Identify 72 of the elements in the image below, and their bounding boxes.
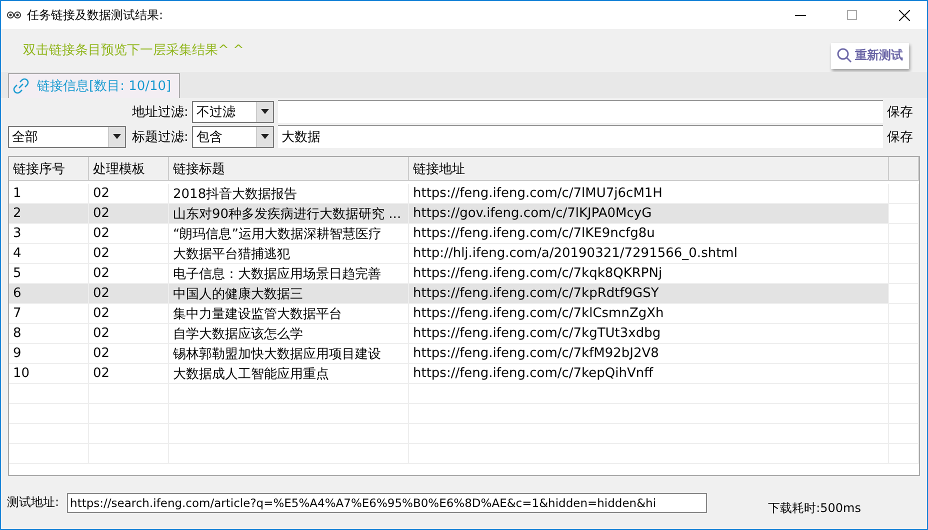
table-cell[interactable]: 3 <box>9 224 89 244</box>
table-cell[interactable]: http://hlj.ifeng.com/a/20190321/7291566_0.shtml <box>409 244 889 264</box>
caret-icon <box>261 134 270 139</box>
table-cell[interactable]: 8 <box>9 324 89 344</box>
filter-label: 地址过滤: <box>131 104 188 120</box>
retest-button[interactable]: 重新测试 <box>831 42 909 68</box>
filter-label: 标题过滤: <box>131 128 188 146</box>
url-label: 测试地址: <box>7 494 60 511</box>
table-cell[interactable]: https://feng.ifeng.com/c/7lKE9ncfg8u <box>409 224 889 244</box>
table-cell[interactable]: 1 <box>9 184 89 204</box>
search-icon <box>837 48 852 63</box>
table-cell[interactable]: https://feng.ifeng.com/c/7kepQihVnff <box>409 364 889 384</box>
scope-dropdown[interactable]: 全部 <box>8 126 126 148</box>
table-cell[interactable]: 02 <box>89 184 169 204</box>
table-cell[interactable]: 2018抖音大数据报告 <box>169 184 409 204</box>
table-cell[interactable]: https://feng.ifeng.com/c/7kqk8QKRPNj <box>409 264 889 284</box>
table-cell[interactable]: https://feng.ifeng.com/c/7kfM92bJ2V8 <box>409 344 889 364</box>
filter-mode-dropdown[interactable]: 包含 <box>192 126 274 148</box>
table-cell[interactable]: 大数据平台猎捕逃犯 <box>169 244 409 264</box>
table-cell[interactable]: “朗玛信息”运用大数据深耕智慧医疗 <box>169 224 409 244</box>
table-cell[interactable]: 02 <box>89 204 169 224</box>
empty-cell <box>889 384 919 404</box>
window-title: 任务链接及数据测试结果: <box>27 6 164 24</box>
table-cell[interactable]: 集中力量建设监管大数据平台 <box>169 304 409 324</box>
table-cell[interactable]: 山东对90种多发疾病进行大数据研究 ... <box>169 204 409 224</box>
table-cell[interactable]: 02 <box>89 224 169 244</box>
table-cell[interactable]: 02 <box>89 304 169 324</box>
maximize-icon <box>847 10 857 20</box>
table-cell[interactable]: 02 <box>89 364 169 384</box>
download-time: 下载耗时:500ms <box>768 500 861 517</box>
eyes-icon <box>7 11 21 19</box>
caret-icon <box>261 109 270 114</box>
filter-input[interactable] <box>278 100 883 123</box>
close-icon <box>898 10 910 20</box>
filter-input[interactable]: 大数据 <box>278 125 883 148</box>
table-cell[interactable]: 2 <box>9 204 89 224</box>
table-cell[interactable]: 02 <box>89 344 169 364</box>
empty-cell <box>889 444 919 464</box>
table-cell[interactable]: 大数据成人工智能应用重点 <box>169 364 409 384</box>
table-cell[interactable]: 9 <box>9 344 89 364</box>
table-cell[interactable]: 02 <box>89 244 169 264</box>
hint-text: 双击链接条目预览下一层采集结果^ ^ <box>23 42 244 58</box>
column-header[interactable]: 链接地址 <box>409 157 889 181</box>
table-cell[interactable]: 自学大数据应该怎么学 <box>169 324 409 344</box>
table-cell[interactable]: 10 <box>9 364 89 384</box>
empty-cell <box>889 404 919 424</box>
table-cell[interactable]: 中国人的健康大数据三 <box>169 284 409 304</box>
table-cell[interactable]: 7 <box>9 304 89 324</box>
table-cell[interactable]: 5 <box>9 264 89 284</box>
empty-cell <box>889 424 919 444</box>
column-header[interactable]: 处理模板 <box>89 157 169 181</box>
table-cell[interactable]: https://feng.ifeng.com/c/7kgTUt3xdbg <box>409 324 889 344</box>
table-cell[interactable]: 4 <box>9 244 89 264</box>
link-icon <box>13 78 29 94</box>
save-button[interactable]: 保存 <box>887 102 927 120</box>
table-cell[interactable]: 02 <box>89 324 169 344</box>
table-cell[interactable]: https://feng.ifeng.com/c/7klCsmnZgXh <box>409 304 889 324</box>
save-button[interactable]: 保存 <box>887 128 927 146</box>
table-cell[interactable]: 6 <box>9 284 89 304</box>
filter-mode-dropdown[interactable]: 不过滤 <box>192 100 274 122</box>
table-cell[interactable]: 电子信息：大数据应用场景日趋完善 <box>169 264 409 284</box>
column-header[interactable]: 链接序号 <box>9 157 89 181</box>
test-url-field[interactable]: https://search.ifeng.com/article?q=%E5%A4%A7%E6%95%B0%E6%8D%AE&c=1&hidden=hidden&hi <box>67 492 708 512</box>
caret-icon <box>113 134 121 139</box>
table-cell[interactable]: 02 <box>89 264 169 284</box>
minimize-icon <box>794 14 806 16</box>
table-cell[interactable]: https://gov.ifeng.com/c/7lKJPA0McyG <box>409 204 889 224</box>
column-header[interactable]: 链接标题 <box>169 157 409 181</box>
table-cell[interactable]: 锡林郭勒盟加快大数据应用项目建设 <box>169 344 409 364</box>
table-cell[interactable]: https://feng.ifeng.com/c/7kpRdtf9GSY <box>409 284 889 304</box>
table-cell[interactable]: https://feng.ifeng.com/c/7lMU7j6cM1H <box>409 184 889 204</box>
table-cell[interactable]: 02 <box>89 284 169 304</box>
